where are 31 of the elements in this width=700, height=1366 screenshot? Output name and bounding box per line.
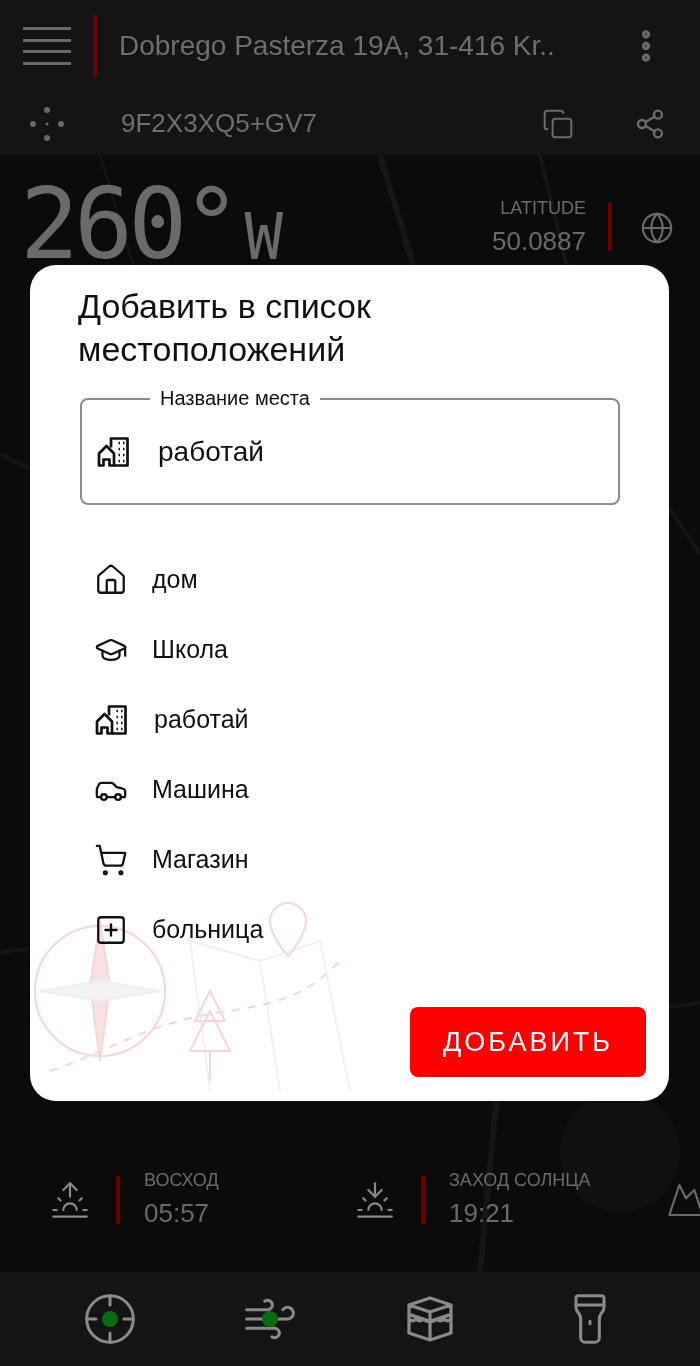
sun-label: ВОСХОД	[144, 1169, 219, 1192]
copy-icon[interactable]	[542, 107, 574, 140]
globe-icon[interactable]	[640, 211, 674, 245]
sun-time: 19:21	[449, 1197, 516, 1230]
add-button[interactable]: ДОБАВИТЬ	[410, 1007, 646, 1077]
crosshair-icon[interactable]	[82, 1291, 138, 1347]
latitude-value: 50.0887	[492, 225, 586, 258]
heading-degrees: 260°	[20, 175, 237, 273]
dialog-title: Добавить в список местоположений	[78, 286, 372, 370]
location-type-item[interactable]: работай	[78, 685, 621, 755]
sun-label: ЗАХОД СОЛНЦА	[449, 1169, 591, 1192]
sun-time: 05:57	[144, 1197, 211, 1230]
share-icon[interactable]	[634, 107, 666, 140]
building-icon	[94, 702, 130, 738]
field-value: работай	[158, 434, 264, 469]
plus-code-text: 9F2X3XQ5+GV7	[121, 107, 318, 140]
sunrise-icon	[50, 1180, 90, 1220]
location-type-item[interactable]: Машина	[78, 755, 621, 825]
location-type-item[interactable]: Магазин	[78, 825, 621, 895]
medical-cross-icon	[94, 913, 128, 947]
cart-icon	[94, 843, 128, 877]
dots-icon[interactable]	[29, 105, 65, 142]
address-text: Dobrego Pasterza 19A, 31-416 Kr..	[119, 29, 556, 63]
house-icon	[94, 563, 128, 597]
location-type-item[interactable]: больница	[78, 895, 621, 965]
location-type-item[interactable]: дом	[78, 545, 621, 615]
location-type-item[interactable]: Школа	[78, 615, 621, 685]
sunset-icon	[355, 1180, 395, 1220]
latitude-label: LATITUDE	[500, 197, 586, 220]
heading-direction: W	[244, 205, 283, 269]
menu-icon[interactable]	[23, 24, 71, 68]
